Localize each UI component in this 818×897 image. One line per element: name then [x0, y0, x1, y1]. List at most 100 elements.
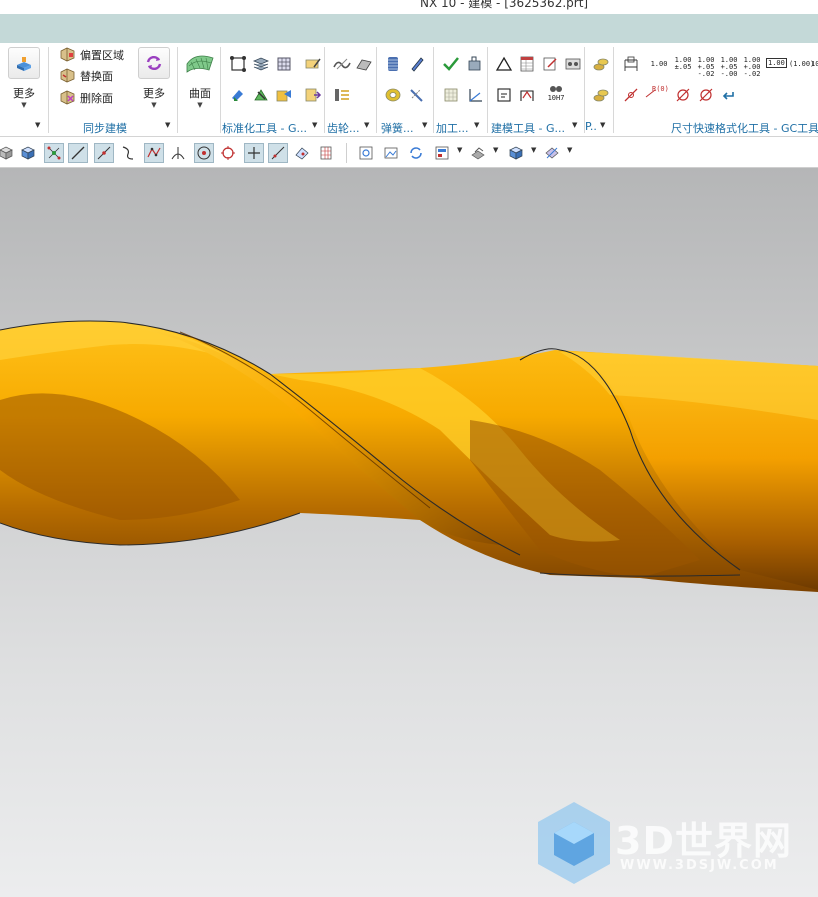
blue-arrow-icon[interactable]: [229, 86, 247, 104]
drill-model[interactable]: [0, 168, 818, 897]
chevron-down-icon[interactable]: ▼: [422, 121, 427, 129]
grid-icon[interactable]: [316, 143, 336, 163]
divider: [433, 47, 434, 133]
axis-frame-icon[interactable]: [466, 86, 484, 104]
chevron-down-icon[interactable]: ▼: [165, 121, 170, 129]
ribbon: 更多 ▼ ▼ 偏置区域 替换面 删除面 更多 ▼ 同步建模 ▼ 曲面 ▼ 标准化…: [0, 43, 818, 137]
dim-format-6[interactable]: 1.00: [766, 58, 787, 68]
dim-format-8[interactable]: 10: [811, 61, 818, 68]
chevron-down-icon[interactable]: ▼: [474, 121, 479, 129]
spring-edit-icon[interactable]: [408, 86, 426, 104]
block-icon: [8, 47, 40, 79]
pen-icon[interactable]: [408, 55, 426, 73]
spring-icon[interactable]: [384, 55, 402, 73]
chevron-down-icon[interactable]: ▼: [312, 121, 317, 129]
chevron-down-icon[interactable]: ▼: [457, 146, 462, 154]
sync-more-button[interactable]: 更多 ▼: [137, 47, 171, 109]
gear-profile-icon[interactable]: [333, 55, 351, 73]
triangle-icon[interactable]: [495, 55, 513, 73]
dimension-frame-icon[interactable]: [622, 55, 640, 73]
undo-icon[interactable]: [720, 86, 738, 104]
tool-green-icon[interactable]: [252, 86, 270, 104]
chevron-down-icon[interactable]: ▼: [35, 121, 40, 129]
dim-format-4[interactable]: 1.00 +.05 -.00: [720, 57, 738, 78]
divider: [376, 47, 377, 133]
sheet-grid-icon[interactable]: [442, 86, 460, 104]
intersect-icon[interactable]: [168, 143, 188, 163]
circle-icon[interactable]: [218, 143, 238, 163]
snap-icon[interactable]: [44, 143, 64, 163]
washer-icon[interactable]: [384, 86, 402, 104]
view-icon[interactable]: [18, 143, 38, 163]
surface-button[interactable]: 曲面 ▼: [183, 47, 217, 109]
dim-format-3[interactable]: 1.00 +.05 -.02: [697, 57, 715, 78]
surface-label: 曲面: [189, 87, 211, 100]
dim-format-1[interactable]: 1.00: [650, 61, 668, 68]
delete-face-icon: [59, 88, 76, 108]
note-icon[interactable]: [495, 86, 513, 104]
chevron-down-icon: ▼: [21, 101, 27, 109]
table-icon[interactable]: [275, 55, 293, 73]
folder-arrow-icon[interactable]: [275, 86, 293, 104]
delete-face-button[interactable]: 删除面: [59, 88, 113, 108]
chevron-down-icon[interactable]: ▼: [493, 146, 498, 154]
stack-coins-2-icon[interactable]: [592, 86, 610, 104]
zoom-window-icon[interactable]: [356, 143, 376, 163]
watermark-url: WWW.3DSJW.COM: [620, 858, 779, 873]
chevron-down-icon[interactable]: ▼: [531, 146, 536, 154]
image-icon[interactable]: [381, 143, 401, 163]
diagonal-dim-icon[interactable]: [622, 86, 640, 104]
title-bar: NX 10 - 建模 - [3625362.prt]: [0, 0, 818, 14]
replace-face-label: 替换面: [80, 70, 113, 83]
solid-icon[interactable]: [0, 143, 16, 163]
divider: [324, 47, 325, 133]
edit-sheet-icon[interactable]: [541, 55, 559, 73]
point-icon[interactable]: [194, 143, 214, 163]
more-left-button[interactable]: 更多 ▼: [7, 47, 41, 109]
stack-coins-icon[interactable]: [592, 55, 610, 73]
chevron-down-icon[interactable]: ▼: [364, 121, 369, 129]
tangent-icon[interactable]: [268, 143, 288, 163]
offset-region-button[interactable]: 偏置区域: [59, 45, 124, 65]
orient-view-icon[interactable]: [506, 143, 526, 163]
gear-tool-icon[interactable]: [355, 55, 373, 73]
radius-label-icon[interactable]: R(0): [644, 86, 669, 100]
group-label-gear: 齿轮...: [327, 122, 360, 134]
bracket-icon[interactable]: [518, 86, 536, 104]
chevron-down-icon[interactable]: ▼: [567, 146, 572, 154]
graphics-viewport[interactable]: [0, 168, 818, 897]
crosshair-icon[interactable]: [244, 143, 264, 163]
render-style-icon[interactable]: [468, 143, 488, 163]
dim-format-2[interactable]: 1.00 ±.05: [674, 57, 692, 71]
edit-tag-icon[interactable]: [304, 55, 322, 73]
layers-icon[interactable]: [252, 55, 270, 73]
refresh-icon[interactable]: [406, 143, 426, 163]
export-icon[interactable]: [304, 86, 322, 104]
curve-icon[interactable]: [118, 143, 138, 163]
chevron-down-icon: ▼: [197, 101, 203, 109]
machining-part-icon[interactable]: [466, 55, 484, 73]
check-icon[interactable]: [442, 55, 460, 73]
hole-icon[interactable]: [564, 55, 582, 73]
dim-format-5[interactable]: 1.00 +.00 -.02: [743, 57, 761, 78]
line-point-icon[interactable]: [94, 143, 114, 163]
face-point-icon[interactable]: [292, 143, 312, 163]
watermark-text: 3D世界网: [615, 819, 792, 863]
sketch-points-icon[interactable]: [229, 55, 247, 73]
replace-face-button[interactable]: 替换面: [59, 66, 113, 86]
diameter-2-icon[interactable]: [697, 86, 715, 104]
polyline-icon[interactable]: [144, 143, 164, 163]
diameter-icon[interactable]: [674, 86, 692, 104]
gear-list-icon[interactable]: [333, 86, 351, 104]
spreadsheet-icon[interactable]: [518, 55, 536, 73]
chevron-down-icon[interactable]: ▼: [572, 121, 577, 129]
selection-toolbar: ▼ ▼ ▼ ▼: [0, 137, 818, 168]
sync-more-icon: [138, 47, 170, 79]
offset-region-icon: [59, 45, 76, 65]
edge-display-icon[interactable]: [542, 143, 562, 163]
line-icon[interactable]: [68, 143, 88, 163]
fit-tolerance-icon[interactable]: 10H7: [544, 85, 568, 102]
chevron-down-icon[interactable]: ▼: [600, 121, 605, 129]
layout-icon[interactable]: [432, 143, 452, 163]
delete-face-label: 删除面: [80, 92, 113, 105]
